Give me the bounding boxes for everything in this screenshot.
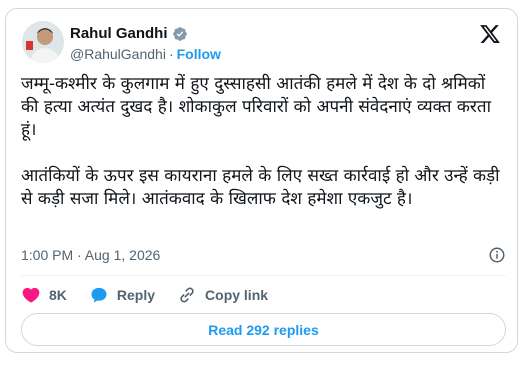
read-replies-label: Read 292 replies xyxy=(208,321,319,338)
follow-button[interactable]: Follow xyxy=(177,46,221,62)
like-button[interactable]: 8K xyxy=(21,285,67,305)
author-handle[interactable]: @RahulGandhi xyxy=(70,46,166,62)
copy-link-label: Copy link xyxy=(205,287,269,303)
separator-dot: · xyxy=(168,46,174,62)
like-count: 8K xyxy=(49,287,67,303)
avatar[interactable] xyxy=(22,21,64,63)
divider xyxy=(21,275,506,276)
reply-button[interactable]: Reply xyxy=(89,285,155,305)
avatar-image xyxy=(22,21,64,63)
tweet-meta-row: 1:00 PM · Aug 1, 2026 xyxy=(21,246,506,264)
x-logo-icon[interactable] xyxy=(479,23,501,45)
read-replies-button[interactable]: Read 292 replies xyxy=(21,313,506,346)
heart-icon xyxy=(22,287,40,303)
tweet-text: जम्मू-कश्मीर के कुलगाम में हुए दुस्साहसी… xyxy=(21,73,506,211)
author-name-row: Rahul Gandhi xyxy=(70,25,188,42)
info-icon[interactable] xyxy=(488,246,506,264)
tweet-timestamp[interactable]: 1:00 PM · Aug 1, 2026 xyxy=(21,247,160,263)
tweet-paragraph-1: जम्मू-कश्मीर के कुलगाम में हुए दुस्साहसी… xyxy=(21,74,491,140)
tweet-paragraph-2: आतंकियों के ऊपर इस कायराना हमले के लिए स… xyxy=(21,166,500,209)
verified-badge-icon xyxy=(172,26,187,41)
author-name[interactable]: Rahul Gandhi xyxy=(70,25,168,42)
reply-label: Reply xyxy=(116,287,156,303)
action-bar: 8K Reply Copy link xyxy=(21,285,290,305)
author-handle-row: @RahulGandhi · Follow xyxy=(70,46,221,62)
tweet-card: Rahul Gandhi @RahulGandhi · Follow जम्मू… xyxy=(5,8,518,353)
link-icon xyxy=(180,287,194,303)
copy-link-button[interactable]: Copy link xyxy=(177,285,268,305)
reply-bubble-icon xyxy=(91,287,107,303)
